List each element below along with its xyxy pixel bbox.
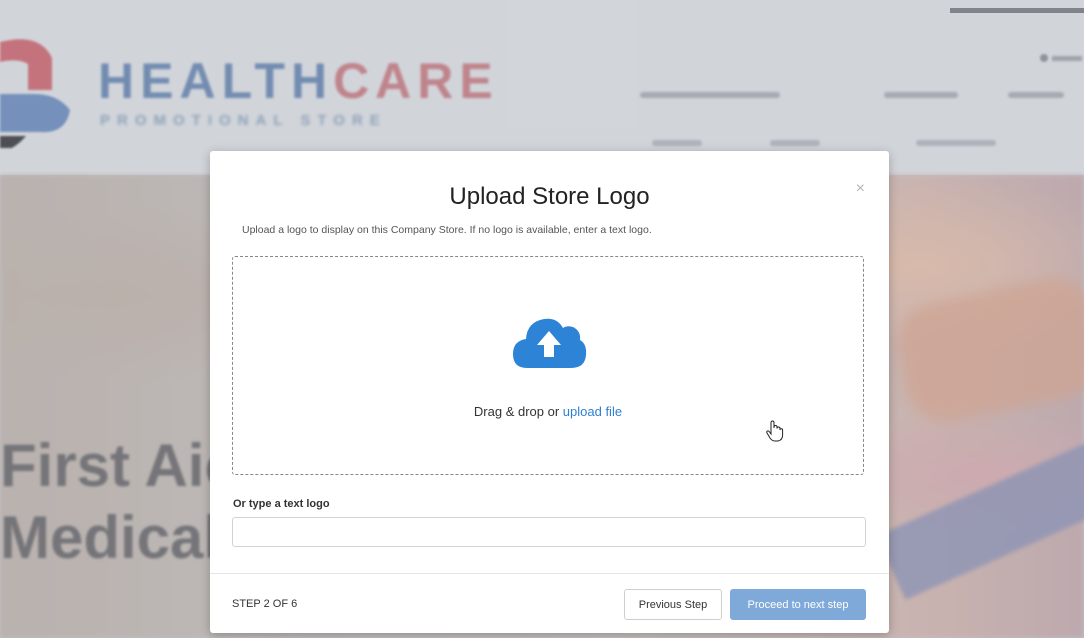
logo-dropzone[interactable]: Drag & drop or upload file [232,256,864,475]
proceed-next-step-button[interactable]: Proceed to next step [730,589,866,620]
text-logo-label: Or type a text logo [233,498,330,510]
close-icon[interactable]: × [856,181,865,197]
cloud-upload-icon [513,318,587,368]
dropzone-text: Drag & drop or upload file [233,404,863,419]
text-logo-input[interactable] [232,517,866,547]
modal-footer: STEP 2 OF 6 Previous Step Proceed to nex… [210,573,889,634]
modal-title: Upload Store Logo [449,183,650,210]
modal-subtitle: Upload a logo to display on this Company… [242,224,652,236]
step-indicator: STEP 2 OF 6 [232,598,298,610]
upload-logo-modal: Upload Store Logo × Upload a logo to dis… [210,151,889,633]
hand-cursor-icon [766,420,784,442]
upload-file-link[interactable]: upload file [563,404,622,419]
dropzone-instruction: Drag & drop or [473,404,563,419]
previous-step-button[interactable]: Previous Step [624,589,722,620]
